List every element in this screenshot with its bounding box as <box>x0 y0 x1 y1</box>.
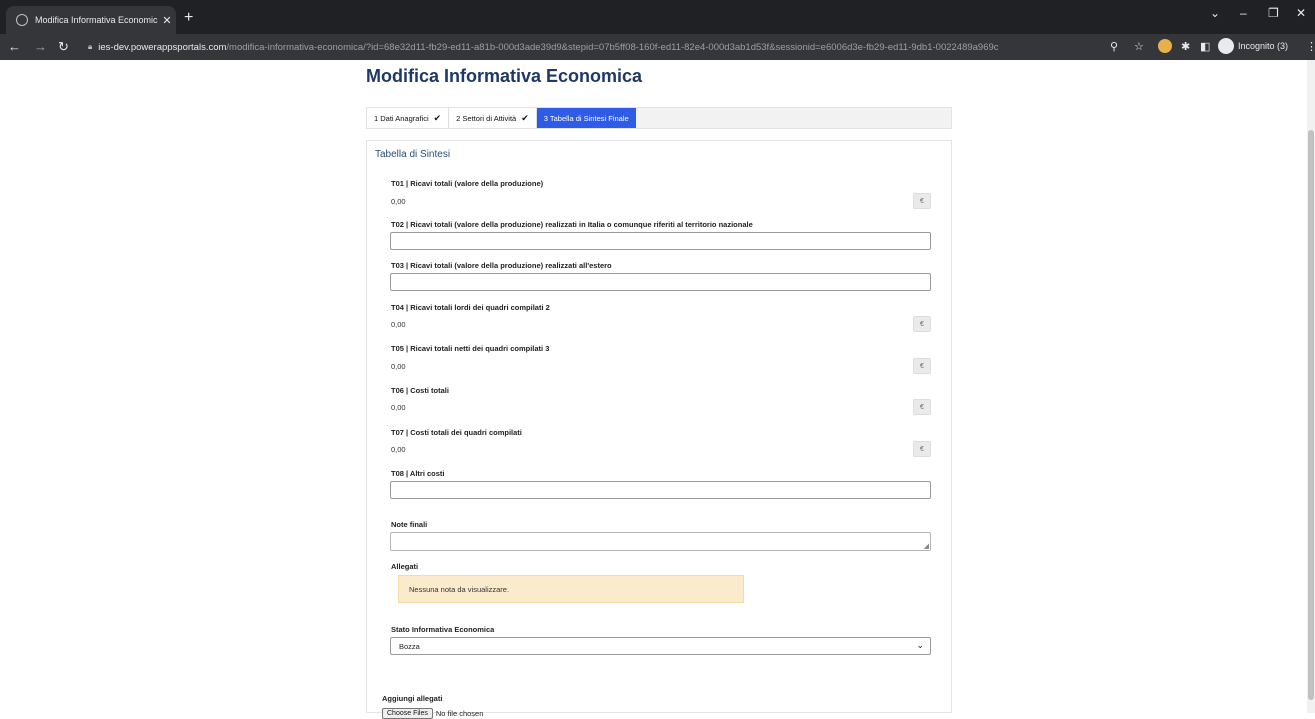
t04-value: 0,00 <box>391 320 406 329</box>
euro-addon: € <box>913 441 931 457</box>
close-tab-icon[interactable]: ✕ <box>158 14 176 27</box>
stato-label: Stato Informativa Economica <box>391 625 495 634</box>
t07-value: 0,00 <box>391 445 406 454</box>
t01-value: 0,00 <box>391 197 406 206</box>
url-path: /modifica-informativa-economica/?id=68e3… <box>226 41 999 53</box>
tab-search-icon[interactable]: ⌄ <box>1210 6 1220 20</box>
file-input: Choose Files No file chosen <box>382 708 483 719</box>
chevron-down-icon: ⌄ <box>916 640 924 650</box>
aggiungi-allegati-label: Aggiungi allegati <box>382 694 443 703</box>
tab-title: Modifica Informativa Economica <box>35 15 158 25</box>
step-label: 1 Dati Anagrafici <box>374 113 429 123</box>
note-finali-textarea[interactable]: ◢ <box>390 532 931 551</box>
t01-label: T01 | Ricavi totali (valore della produz… <box>391 179 544 188</box>
incognito-label: Incognito (3) <box>1238 41 1289 51</box>
panel-title: Tabella di Sintesi <box>375 149 451 160</box>
minimize-icon[interactable]: – <box>1240 6 1247 20</box>
reload-icon[interactable]: ↻ <box>58 39 69 55</box>
window-close-icon[interactable]: ✕ <box>1296 6 1306 20</box>
address-bar[interactable]: 🔒︎ ies-dev.powerappsportals.com /modific… <box>80 37 1100 57</box>
url-domain: ies-dev.powerappsportals.com <box>98 41 227 53</box>
sintesi-panel: Tabella di Sintesi T01 | Ricavi totali (… <box>366 140 952 719</box>
lock-icon: 🔒︎ <box>88 42 93 51</box>
globe-icon <box>16 14 28 26</box>
scrollbar-thumb[interactable] <box>1308 130 1314 700</box>
restore-icon[interactable]: ❐ <box>1268 6 1279 20</box>
browser-toolbar: ← → ↻ 🔒︎ ies-dev.powerappsportals.com /m… <box>0 34 1315 60</box>
stato-selected-value: Bozza <box>399 641 420 651</box>
step-tabella-sintesi[interactable]: 3 Tabella di Sintesi Finale <box>536 108 636 128</box>
note-finali-label: Note finali <box>391 520 428 529</box>
t05-label: T05 | Ricavi totali netti dei quadri com… <box>391 344 550 353</box>
incognito-indicator[interactable]: Incognito (3) <box>1218 38 1288 54</box>
scrollbar[interactable] <box>1307 60 1315 713</box>
t05-value: 0,00 <box>391 362 406 371</box>
extensions-puzzle-icon[interactable]: ✱ <box>1181 40 1190 53</box>
allegati-empty-message: Nessuna nota da visualizzare. <box>398 575 744 603</box>
incognito-icon <box>1218 38 1234 54</box>
new-tab-icon[interactable]: + <box>184 9 193 27</box>
t03-label: T03 | Ricavi totali (valore della produz… <box>391 261 612 270</box>
t07-label: T07 | Costi totali dei quadri compilati <box>391 428 522 437</box>
step-label: 3 Tabella di Sintesi Finale <box>543 113 629 123</box>
file-status: No file chosen <box>435 709 484 718</box>
back-icon[interactable]: ← <box>8 39 21 54</box>
t08-input[interactable] <box>390 481 931 499</box>
t08-label: T08 | Altri costi <box>391 469 445 478</box>
t02-input[interactable] <box>390 232 931 250</box>
step-settori-attivita[interactable]: 2 Settori di Attività ✔ <box>449 108 537 128</box>
choose-files-button[interactable]: Choose Files <box>382 708 433 719</box>
page-title: Modifica Informativa Economica <box>366 66 643 86</box>
euro-addon: € <box>913 193 931 209</box>
forward-icon[interactable]: → <box>34 39 47 54</box>
wizard-steps: 1 Dati Anagrafici ✔ 2 Settori di Attività… <box>366 107 952 129</box>
euro-addon: € <box>913 358 931 374</box>
stato-select[interactable]: Bozza ⌄ <box>390 637 931 655</box>
menu-icon[interactable]: ⋮ <box>1306 40 1315 53</box>
step-label: 2 Settori di Attività <box>456 113 517 123</box>
side-panel-icon[interactable]: ◧ <box>1200 40 1210 53</box>
browser-tab[interactable]: Modifica Informativa Economica ✕ <box>6 6 176 34</box>
zoom-icon[interactable]: ⚲ <box>1110 40 1118 53</box>
t04-label: T04 | Ricavi totali lordi dei quadri com… <box>391 303 550 312</box>
checkmark-icon: ✔ <box>521 112 529 123</box>
t06-label: T06 | Costi totali <box>391 386 449 395</box>
extension-icon[interactable] <box>1158 39 1172 56</box>
euro-addon: € <box>913 399 931 415</box>
t02-label: T02 | Ricavi totali (valore della produz… <box>391 220 753 229</box>
browser-tabbar: Modifica Informativa Economica ✕ + ⌄ – ❐… <box>0 0 1315 34</box>
resize-handle-icon[interactable]: ◢ <box>924 542 929 550</box>
step-dati-anagrafici[interactable]: 1 Dati Anagrafici ✔ <box>367 108 450 128</box>
euro-addon: € <box>913 316 931 332</box>
checkmark-icon: ✔ <box>433 112 442 123</box>
t03-input[interactable] <box>390 273 931 291</box>
bookmark-star-icon[interactable]: ☆ <box>1134 40 1144 53</box>
allegati-label: Allegati <box>391 562 419 571</box>
t06-value: 0,00 <box>391 403 406 412</box>
